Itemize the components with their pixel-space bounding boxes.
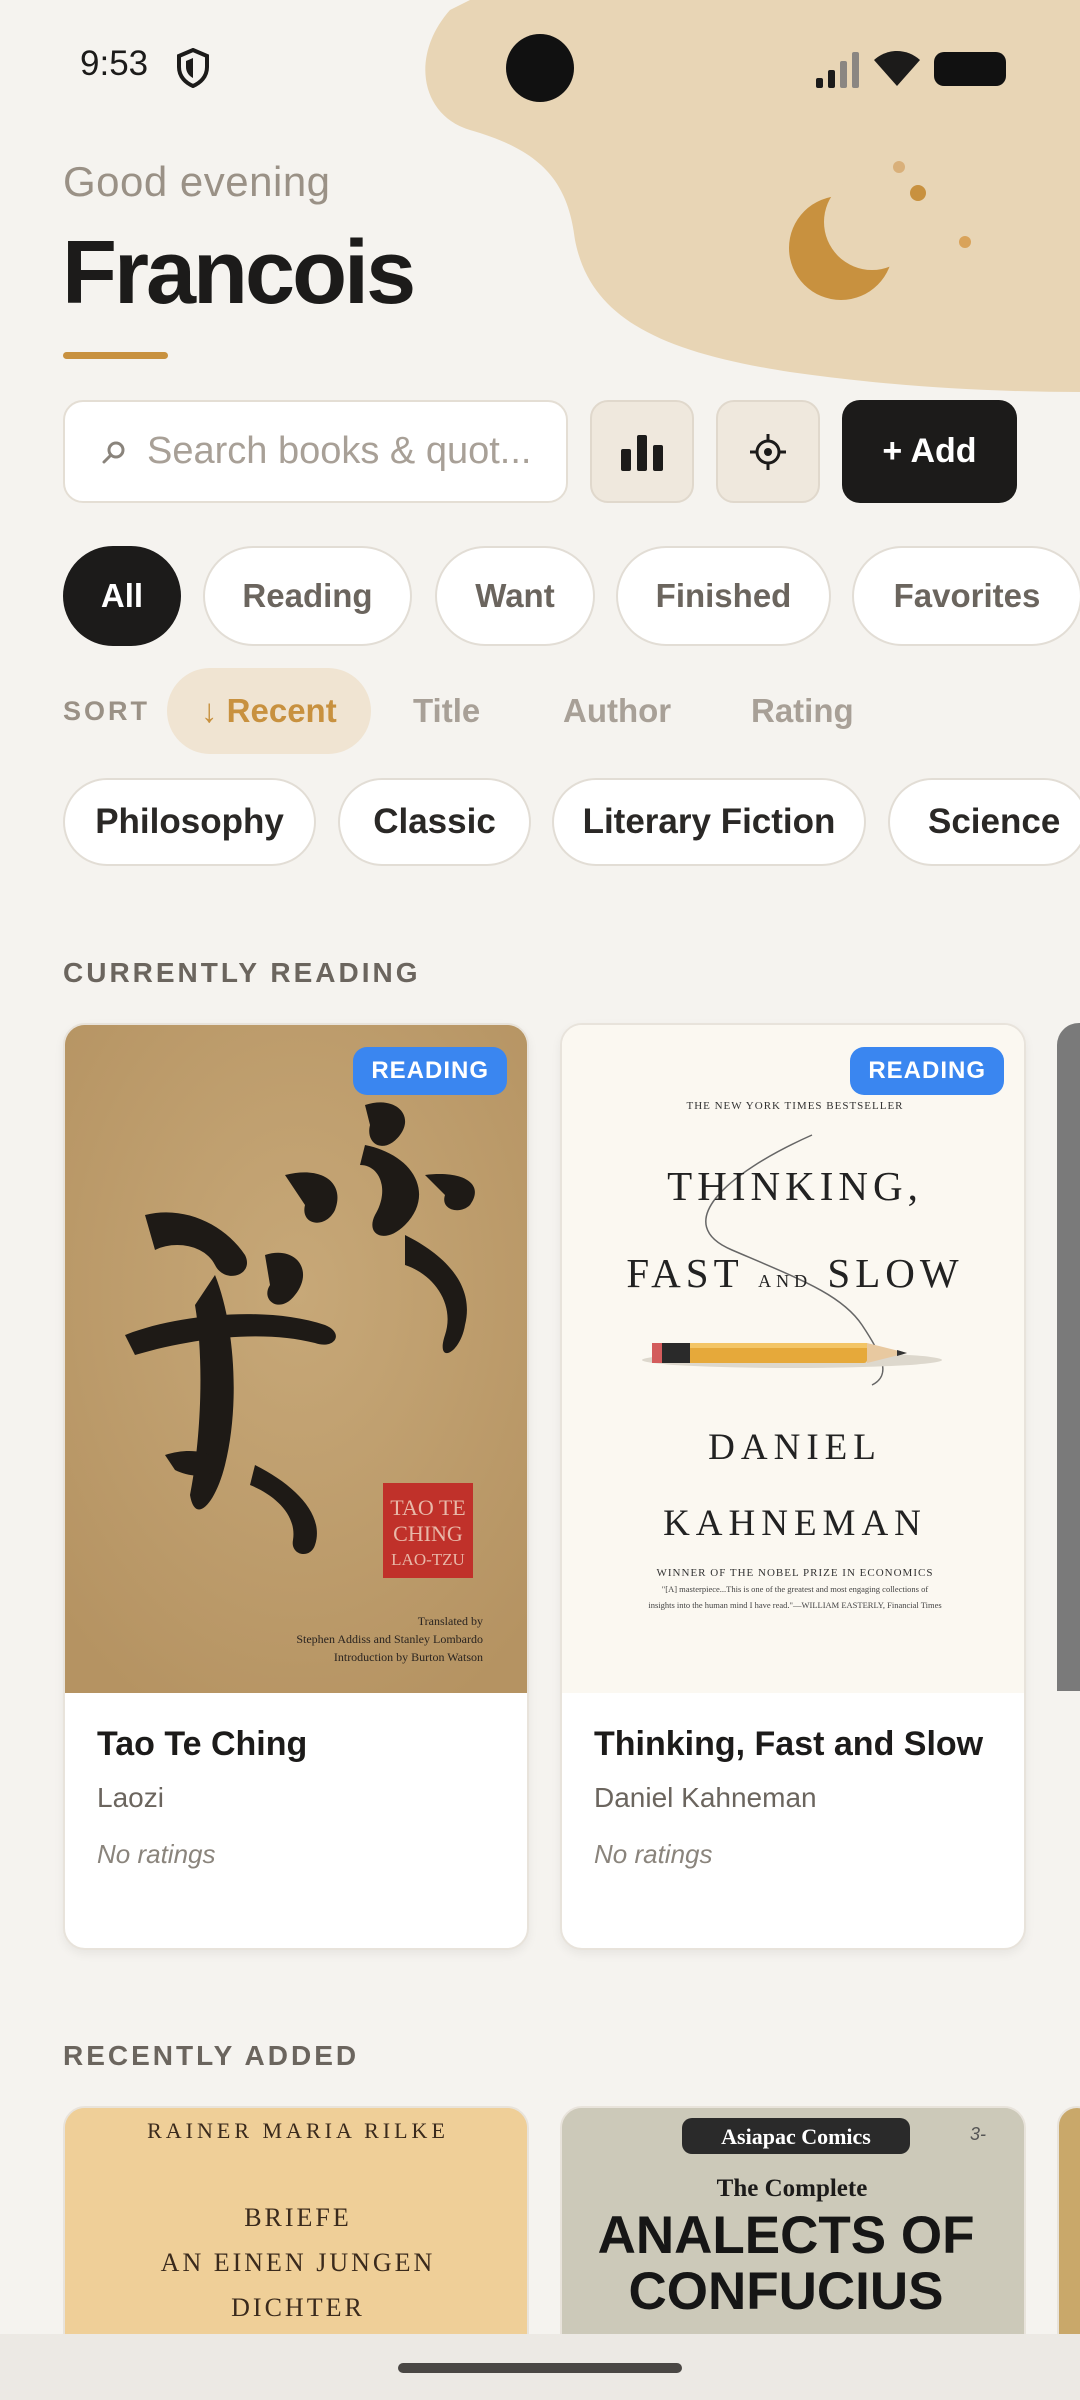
camera-cutout (506, 34, 574, 102)
section-title-recently-added: RECENTLY ADDED (63, 2040, 360, 2071)
svg-text:FAST AND SLOW: FAST AND SLOW (626, 1250, 963, 1296)
status-time: 9:53 (80, 44, 149, 83)
book-title: Tao Te Ching (97, 1725, 308, 1763)
brightness-icon (750, 433, 786, 470)
bar-chart-icon (621, 434, 663, 471)
tag-chip-philosophy[interactable]: Philosophy (63, 778, 316, 866)
seal-line-3: LAO-TZU (391, 1550, 465, 1569)
rilke-title-3: DICHTER (231, 2293, 365, 2322)
reading-status-badge: READING (353, 1047, 507, 1095)
user-name-title: Francois (62, 223, 416, 323)
sort-option-rating[interactable]: Rating (751, 668, 854, 754)
cover-author-line2: KAHNEMAN (663, 1503, 927, 1544)
greeting-text: Good evening (63, 158, 331, 205)
cover-title-fast: FAST (626, 1250, 758, 1296)
search-placeholder: Search books & quot... (147, 430, 532, 472)
sort-option-recent[interactable]: ↓ Recent (167, 668, 371, 754)
sort-option-author[interactable]: Author (563, 668, 671, 754)
moon-icon (789, 161, 971, 300)
book-cover-thinking-fast-and-slow: THE NEW YORK TIMES BESTSELLER THINKING, … (562, 1025, 1024, 1693)
add-book-button[interactable]: + Add (842, 400, 1017, 503)
cover-credit-3: Introduction by Burton Watson (334, 1650, 483, 1664)
book-cover-tao-te-ching: TAO TE CHING LAO-TZU Translated by Steph… (65, 1025, 527, 1693)
book-author: Daniel Kahneman (594, 1782, 817, 1813)
cover-title-slow: SLOW (812, 1250, 963, 1296)
shield-icon (177, 48, 209, 88)
theme-toggle-button[interactable] (716, 400, 820, 503)
wifi-icon (874, 51, 920, 86)
cover-prize: WINNER OF THE NOBEL PRIZE IN ECONOMICS (657, 1567, 934, 1579)
seal-line-2: CHING (393, 1521, 463, 1546)
filter-chip-finished[interactable]: Finished (616, 546, 831, 646)
book-author: Laozi (97, 1782, 164, 1813)
cover-quote-1: "[A] masterpiece...This is one of the gr… (662, 1584, 929, 1594)
sort-option-title[interactable]: Title (413, 668, 480, 754)
analects-mark: 3- (970, 2124, 986, 2144)
book-rating: No ratings (97, 1839, 216, 1869)
search-input[interactable]: Search books & quot... (63, 400, 568, 503)
battery-icon (934, 52, 1006, 86)
home-indicator[interactable] (398, 2363, 682, 2373)
signal-icon (816, 52, 859, 88)
filter-chip-all[interactable]: All (63, 546, 181, 646)
filter-chip-want[interactable]: Want (435, 546, 595, 646)
reading-status-badge: READING (850, 1047, 1004, 1095)
search-icon (102, 441, 125, 463)
tag-chip-literary-fiction[interactable]: Literary Fiction (552, 778, 866, 866)
rilke-title-2: AN EINEN JUNGEN (161, 2248, 436, 2277)
filter-chip-reading[interactable]: Reading (203, 546, 412, 646)
analects-publisher: Asiapac Comics (721, 2124, 871, 2149)
cover-author-line1: DANIEL (708, 1427, 882, 1468)
book-card[interactable]: TAO TE CHING LAO-TZU Translated by Steph… (63, 1023, 529, 1950)
stats-button[interactable] (590, 400, 694, 503)
sort-label: SORT (63, 696, 151, 726)
thinking-cover-art: THE NEW YORK TIMES BESTSELLER THINKING, … (626, 1100, 963, 1610)
book-rating: No ratings (594, 1839, 713, 1869)
analects-title-2: CONFUCIUS (628, 2262, 943, 2321)
book-card[interactable]: THE NEW YORK TIMES BESTSELLER THINKING, … (560, 1023, 1026, 1950)
analects-title-1: ANALECTS OF (598, 2206, 975, 2265)
cover-quote-2: insights into the human mind I have read… (648, 1600, 941, 1610)
tag-chip-classic[interactable]: Classic (338, 778, 531, 866)
cover-top-line: THE NEW YORK TIMES BESTSELLER (686, 1100, 903, 1112)
filter-chip-favorites[interactable]: Favorites (852, 546, 1080, 646)
section-title-currently-reading: CURRENTLY READING (63, 957, 421, 988)
book-title: Thinking, Fast and Slow (594, 1725, 984, 1763)
rilke-author: RAINER MARIA RILKE (147, 2118, 449, 2143)
analects-sub: The Complete (717, 2175, 868, 2202)
calligraphy-artwork: TAO TE CHING LAO-TZU Translated by Steph… (65, 1025, 527, 1693)
seal-line-1: TAO TE (390, 1495, 465, 1520)
tag-chip-science[interactable]: Science (888, 778, 1080, 866)
cover-title-and: AND (758, 1271, 812, 1291)
cover-credit-2: Stephen Addiss and Stanley Lombardo (296, 1632, 483, 1646)
title-underline (63, 352, 168, 359)
rilke-title-1: BRIEFE (244, 2203, 352, 2232)
cover-credit-1: Translated by (418, 1614, 483, 1628)
status-bar: 9:53 (0, 0, 1080, 134)
cover-title-line1: THINKING, (667, 1163, 923, 1209)
book-card-peek[interactable] (1057, 1023, 1080, 1691)
